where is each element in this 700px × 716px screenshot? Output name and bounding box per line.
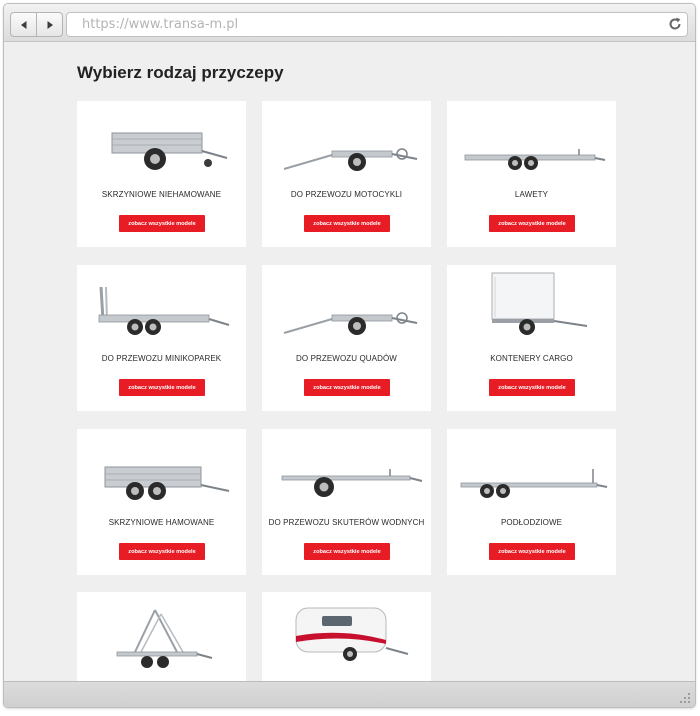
see-all-models-button[interactable]: zobacz wszystkie modele <box>489 379 575 396</box>
resize-grip-icon[interactable] <box>679 692 691 704</box>
page-title: Wybierz rodzaj przyczepy <box>77 63 284 82</box>
forward-button[interactable] <box>36 13 62 36</box>
nav-buttons <box>10 12 63 37</box>
see-all-models-button[interactable]: zobacz wszystkie modele <box>119 543 205 560</box>
card-title: DO PRZEWOZU MINIKOPAREK <box>101 354 222 363</box>
category-card-glass-transport[interactable] <box>77 592 246 682</box>
url-text: https://www.transa-m.pl <box>82 17 239 32</box>
category-card-box-unbraked[interactable]: SKRZYNIOWE NIEHAMOWANE zobacz wszystkie … <box>77 101 246 247</box>
see-all-models-button[interactable]: zobacz wszystkie modele <box>304 215 390 232</box>
card-title: SKRZYNIOWE HAMOWANE <box>108 518 215 527</box>
category-card-car-transporter[interactable]: LAWETY zobacz wszystkie modele <box>447 101 616 247</box>
category-card-jet-ski[interactable]: DO PRZEWOZU SKUTERÓW WODNYCH zobacz wszy… <box>262 429 431 575</box>
quad-trailer-image <box>283 312 418 335</box>
cargo-container-trailer-image <box>491 272 588 335</box>
card-title: DO PRZEWOZU QUADÓW <box>296 354 397 363</box>
boat-trailer-image <box>460 469 608 498</box>
forward-arrow-icon <box>47 20 53 29</box>
glass-transport-trailer-image <box>116 609 213 668</box>
card-title: DO PRZEWOZU SKUTERÓW WODNYCH <box>268 518 425 527</box>
caravan-image <box>295 607 409 661</box>
card-title: DO PRZEWOZU MOTOCYKLI <box>290 190 403 199</box>
car-transporter-image <box>464 149 606 170</box>
see-all-models-button[interactable]: zobacz wszystkie modele <box>489 543 575 560</box>
see-all-models-button[interactable]: zobacz wszystkie modele <box>119 215 205 232</box>
back-button[interactable] <box>11 13 36 36</box>
category-card-motorcycle[interactable]: DO PRZEWOZU MOTOCYKLI zobacz wszystkie m… <box>262 101 431 247</box>
card-title: PODŁODZIOWE <box>500 518 563 527</box>
see-all-models-button[interactable]: zobacz wszystkie modele <box>119 379 205 396</box>
status-bar <box>4 681 695 707</box>
see-all-models-button[interactable]: zobacz wszystkie modele <box>304 543 390 560</box>
category-card-boat[interactable]: PODŁODZIOWE zobacz wszystkie modele <box>447 429 616 575</box>
see-all-models-button[interactable]: zobacz wszystkie modele <box>304 379 390 396</box>
see-all-models-button[interactable]: zobacz wszystkie modele <box>489 215 575 232</box>
reload-icon[interactable] <box>667 16 683 32</box>
address-bar[interactable]: https://www.transa-m.pl <box>66 12 688 37</box>
card-title: LAWETY <box>514 190 549 199</box>
motorcycle-trailer-image <box>283 148 418 171</box>
card-title: SKRZYNIOWE NIEHAMOWANE <box>101 190 222 199</box>
category-card-mini-excavator[interactable]: DO PRZEWOZU MINIKOPAREK zobacz wszystkie… <box>77 265 246 411</box>
jet-ski-trailer-image <box>281 469 423 497</box>
browser-window: https://www.transa-m.pl Wybierz rodzaj p… <box>3 3 696 708</box>
category-card-quad[interactable]: DO PRZEWOZU QUADÓW zobacz wszystkie mode… <box>262 265 431 411</box>
card-title: KONTENERY CARGO <box>490 354 573 363</box>
back-arrow-icon <box>20 20 26 29</box>
browser-toolbar: https://www.transa-m.pl <box>4 4 695 42</box>
box-trailer-unbraked-image <box>111 132 228 170</box>
category-card-cargo-container[interactable]: KONTENERY CARGO zobacz wszystkie modele <box>447 265 616 411</box>
page-content: Wybierz rodzaj przyczepy SKRZYNIOWE NIEH… <box>4 42 695 682</box>
category-card-caravan[interactable] <box>262 592 431 682</box>
category-card-box-braked[interactable]: SKRZYNIOWE HAMOWANE zobacz wszystkie mod… <box>77 429 246 575</box>
mini-excavator-trailer-image <box>98 286 230 335</box>
box-trailer-braked-image <box>104 466 230 500</box>
